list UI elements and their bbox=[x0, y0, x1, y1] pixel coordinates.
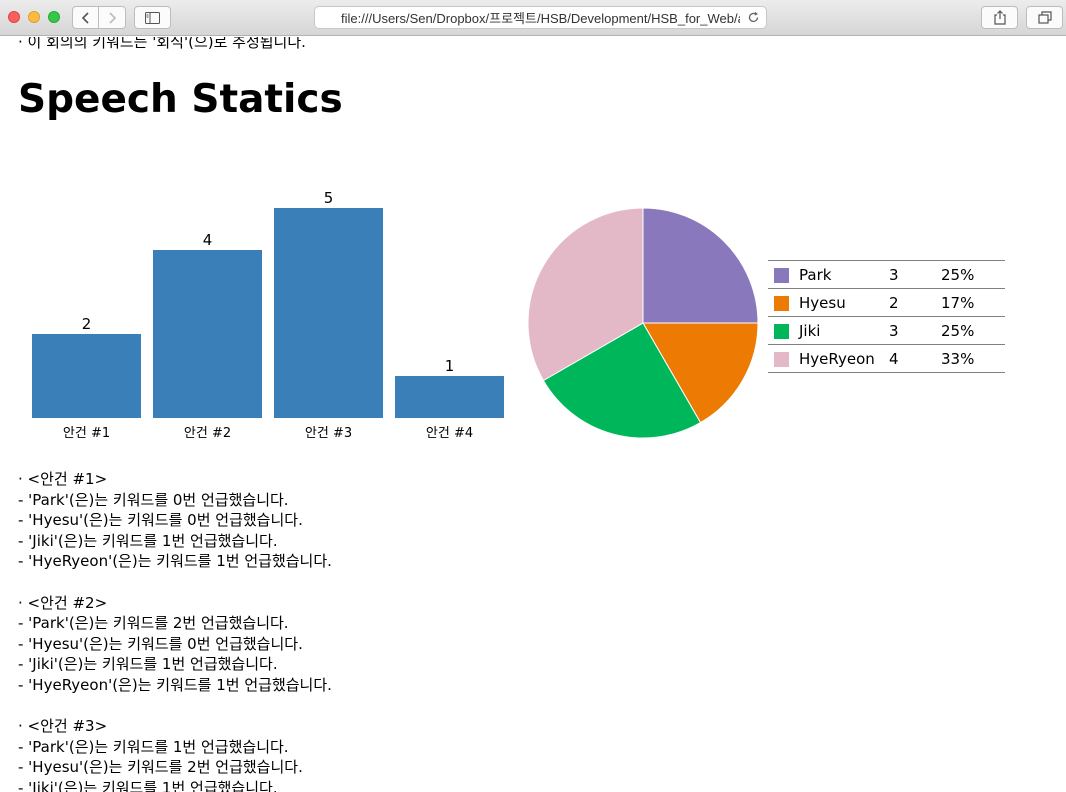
legend-row: Jiki 3 25% bbox=[768, 317, 1005, 345]
agenda-line: - 'Hyesu'(은)는 키워드를 0번 언급했습니다. bbox=[18, 634, 303, 653]
legend-row: HyeRyeon 4 33% bbox=[768, 345, 1005, 373]
forward-button[interactable] bbox=[99, 6, 126, 29]
legend-percent: 25% bbox=[941, 265, 975, 284]
legend-percent: 33% bbox=[941, 349, 975, 368]
reload-icon[interactable] bbox=[747, 11, 760, 24]
pie-legend: Park 3 25% Hyesu 2 17% Jiki 3 25% HyeRyeon 4 33% bbox=[768, 260, 1005, 373]
back-button[interactable] bbox=[72, 6, 99, 29]
bar-1 bbox=[32, 334, 141, 418]
chevron-left-icon bbox=[81, 11, 89, 24]
agenda-heading: · <안건 #2> bbox=[18, 593, 108, 612]
tabs-icon bbox=[1037, 11, 1052, 24]
legend-name: HyeRyeon bbox=[799, 349, 875, 368]
agenda-line: - 'Jiki'(은)는 키워드를 1번 언급했습니다. bbox=[18, 655, 278, 674]
legend-swatch bbox=[768, 317, 799, 345]
agenda-line: - 'Hyesu'(은)는 키워드를 2번 언급했습니다. bbox=[18, 758, 303, 777]
agenda-line: - 'Park'(은)는 키워드를 0번 언급했습니다. bbox=[18, 490, 289, 509]
legend-count: 3 bbox=[889, 321, 899, 340]
legend-row: Hyesu 2 17% bbox=[768, 289, 1005, 317]
legend-percent: 25% bbox=[941, 321, 975, 340]
bar-category-label: 안건 #1 bbox=[63, 426, 110, 441]
bar-category-label: 안건 #3 bbox=[305, 426, 352, 441]
zoom-window-button[interactable] bbox=[48, 11, 60, 23]
agenda-heading: · <안건 #1> bbox=[18, 470, 108, 488]
bar-value-label: 5 bbox=[324, 189, 334, 207]
bar-3 bbox=[274, 208, 383, 418]
browser-toolbar: file:///Users/Sen/Dropbox/프로젝트/HSB/Devel… bbox=[0, 0, 1066, 36]
page-content: · 이 회의의 키워드는 '회식'(으)로 추정됩니다. Speech Stat… bbox=[0, 37, 1066, 792]
share-icon bbox=[993, 10, 1006, 25]
address-url: file:///Users/Sen/Dropbox/프로젝트/HSB/Devel… bbox=[341, 11, 740, 26]
legend-count: 2 bbox=[889, 293, 899, 312]
legend-name: Hyesu bbox=[799, 293, 846, 312]
bar-value-label: 2 bbox=[82, 315, 92, 333]
minimize-window-button[interactable] bbox=[28, 11, 40, 23]
agenda-line: - 'Jiki'(은)는 키워드를 1번 언급했습니다. bbox=[18, 531, 278, 550]
close-window-button[interactable] bbox=[8, 11, 20, 23]
legend-swatch bbox=[768, 289, 799, 317]
legend-percent: 17% bbox=[941, 293, 975, 312]
bar-value-label: 4 bbox=[203, 231, 213, 249]
agenda-line: - 'Hyesu'(은)는 키워드를 0번 언급했습니다. bbox=[18, 511, 303, 530]
agenda-line: - 'Park'(은)는 키워드를 2번 언급했습니다. bbox=[18, 614, 289, 633]
address-bar[interactable]: file:///Users/Sen/Dropbox/프로젝트/HSB/Devel… bbox=[314, 6, 767, 29]
legend-swatch bbox=[768, 345, 799, 373]
agenda-heading: · <안건 #3> bbox=[18, 717, 108, 736]
legend-count: 3 bbox=[889, 265, 899, 284]
share-button[interactable] bbox=[981, 6, 1018, 29]
legend-name: Jiki bbox=[799, 321, 821, 340]
bar-category-label: 안건 #2 bbox=[184, 426, 231, 441]
show-tabs-button[interactable] bbox=[1026, 6, 1063, 29]
agenda-line: - 'HyeRyeon'(은)는 키워드를 1번 언급했습니다. bbox=[18, 676, 332, 694]
bar-2 bbox=[153, 250, 262, 418]
agenda-line: - 'Park'(은)는 키워드를 1번 언급했습니다. bbox=[18, 737, 289, 756]
bar-value-label: 1 bbox=[445, 357, 455, 375]
bar-4 bbox=[395, 376, 504, 418]
bar-category-label: 안건 #4 bbox=[426, 426, 473, 441]
pie-slice-park bbox=[642, 207, 759, 324]
legend-row: Park 3 25% bbox=[768, 260, 1005, 289]
charts-area: 2 안건 #1 4 안건 #2 5 안건 #3 1 안건 #4 bbox=[32, 189, 759, 441]
legend-swatch bbox=[768, 261, 799, 289]
sidebar-icon bbox=[145, 11, 160, 24]
navigation-buttons bbox=[72, 6, 126, 29]
chevron-right-icon bbox=[109, 11, 117, 24]
sidebar-toggle-button[interactable] bbox=[134, 6, 171, 29]
legend-name: Park bbox=[799, 265, 832, 284]
agenda-line: - 'Jiki'(은)는 키워드를 1번 언급했습니다. bbox=[18, 779, 278, 792]
legend-count: 4 bbox=[889, 349, 899, 368]
agenda-line: - 'HyeRyeon'(은)는 키워드를 1번 언급했습니다. bbox=[18, 552, 332, 571]
